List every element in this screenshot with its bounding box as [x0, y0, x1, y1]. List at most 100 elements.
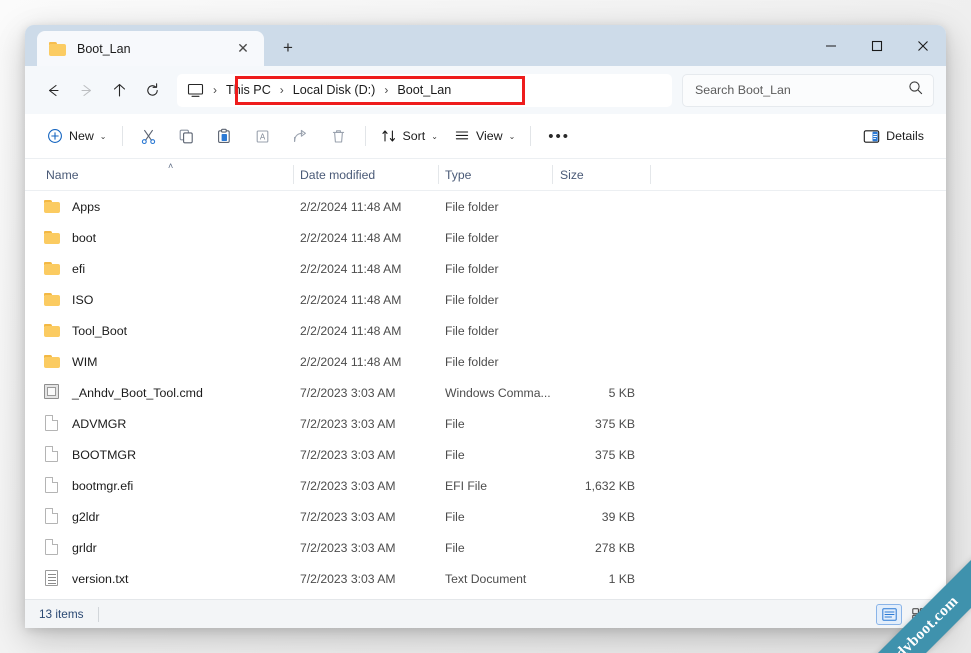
details-pane-button[interactable]: Details: [855, 121, 932, 151]
close-button[interactable]: [900, 25, 946, 66]
table-row[interactable]: Apps2/2/2024 11:48 AMFile folder: [25, 191, 946, 222]
minimize-button[interactable]: [808, 25, 854, 66]
view-button[interactable]: View ⌄: [446, 121, 523, 151]
column-divider-1[interactable]: [293, 165, 294, 184]
file-name-cell[interactable]: Apps: [43, 191, 100, 222]
file-name-cell[interactable]: ISO: [43, 284, 93, 315]
new-button[interactable]: New ⌄: [39, 121, 115, 151]
delete-button[interactable]: [320, 121, 358, 151]
this-pc-icon[interactable]: [187, 83, 204, 98]
file-name-cell[interactable]: ADVMGR: [43, 408, 126, 439]
view-label: View: [476, 129, 503, 143]
breadcrumb-item-local-disk-d[interactable]: Local Disk (D:): [293, 83, 376, 97]
tab-label: Boot_Lan: [77, 42, 232, 56]
date-modified-cell: 7/2/2023 3:03 AM: [300, 532, 396, 563]
tab-boot-lan[interactable]: Boot_Lan ✕: [37, 31, 264, 66]
table-row[interactable]: boot2/2/2024 11:48 AMFile folder: [25, 222, 946, 253]
file-explorer-window: Boot_Lan ✕ +: [25, 25, 946, 628]
folder-icon: [43, 291, 61, 309]
file-name-label: WIM: [72, 355, 97, 369]
new-tab-button[interactable]: +: [273, 33, 303, 63]
table-row[interactable]: efi2/2/2024 11:48 AMFile folder: [25, 253, 946, 284]
table-row[interactable]: _Anhdv_Boot_Tool.cmd7/2/2023 3:03 AMWind…: [25, 377, 946, 408]
table-row[interactable]: Tool_Boot2/2/2024 11:48 AMFile folder: [25, 315, 946, 346]
column-divider-3[interactable]: [552, 165, 553, 184]
breadcrumb-separator-2: ›: [384, 83, 388, 97]
sort-ascending-icon: ˄: [168, 161, 173, 171]
address-bar[interactable]: › This PC › Local Disk (D:) › Boot_Lan: [177, 74, 672, 107]
file-name-cell[interactable]: WIM: [43, 346, 97, 377]
date-modified-label: 2/2/2024 11:48 AM: [300, 293, 401, 307]
file-name-label: _Anhdv_Boot_Tool.cmd: [72, 386, 203, 400]
date-modified-label: 7/2/2023 3:03 AM: [300, 479, 396, 493]
table-row[interactable]: WIM2/2/2024 11:48 AMFile folder: [25, 346, 946, 377]
more-options-button[interactable]: •••: [538, 121, 580, 151]
table-row[interactable]: version.txt7/2/2023 3:03 AMText Document…: [25, 563, 946, 594]
details-view-icon[interactable]: [876, 604, 902, 625]
column-divider-2[interactable]: [438, 165, 439, 184]
date-modified-label: 2/2/2024 11:48 AM: [300, 200, 401, 214]
breadcrumb-item-this-pc[interactable]: This PC: [226, 83, 271, 97]
date-modified-cell: 7/2/2023 3:03 AM: [300, 408, 396, 439]
file-icon: [43, 446, 61, 464]
table-row[interactable]: ISO2/2/2024 11:48 AMFile folder: [25, 284, 946, 315]
search-input[interactable]: Search Boot_Lan: [695, 83, 908, 97]
search-box[interactable]: Search Boot_Lan: [682, 74, 934, 107]
table-row[interactable]: grldr7/2/2023 3:03 AMFile278 KB: [25, 532, 946, 563]
folder-icon: [43, 229, 61, 247]
size-label: 375 KB: [595, 417, 635, 431]
sort-button[interactable]: Sort ⌄: [373, 121, 446, 151]
type-cell: File: [445, 408, 465, 439]
type-cell: File folder: [445, 346, 499, 377]
back-button[interactable]: [37, 74, 70, 107]
file-list[interactable]: Apps 2/2/2024 11:48 AM File folder boot 2/2/…: [25, 191, 946, 599]
file-name-cell[interactable]: g2ldr: [43, 501, 100, 532]
forward-button[interactable]: [70, 74, 103, 107]
column-header-type[interactable]: Type: [445, 159, 471, 190]
size-cell: 5 KB: [495, 377, 635, 408]
size-cell: 1,632 KB: [495, 470, 635, 501]
file-name-cell[interactable]: boot: [43, 222, 96, 253]
refresh-button[interactable]: [136, 74, 169, 107]
close-tab-icon[interactable]: ✕: [232, 38, 254, 60]
size-label: 39 KB: [602, 510, 635, 524]
date-modified-cell: 2/2/2024 11:48 AM: [300, 222, 401, 253]
rename-button[interactable]: A: [244, 121, 282, 151]
file-name-label: ISO: [72, 293, 93, 307]
file-name-label: Apps: [72, 200, 100, 214]
command-bar: New ⌄: [25, 114, 946, 159]
search-icon[interactable]: [908, 80, 923, 100]
date-modified-cell: 2/2/2024 11:48 AM: [300, 315, 401, 346]
file-name-cell[interactable]: grldr: [43, 532, 97, 563]
table-row[interactable]: g2ldr7/2/2023 3:03 AMFile39 KB: [25, 501, 946, 532]
type-label: File: [445, 541, 465, 555]
table-row[interactable]: BOOTMGR7/2/2023 3:03 AMFile375 KB: [25, 439, 946, 470]
table-row[interactable]: ADVMGR 7/2/2023 3:03 AM File 375 KB: [25, 408, 946, 439]
paste-button[interactable]: [206, 121, 244, 151]
breadcrumb-item-boot-lan[interactable]: Boot_Lan: [397, 83, 451, 97]
file-name-cell[interactable]: bootmgr.efi: [43, 470, 133, 501]
file-name-cell[interactable]: efi: [43, 253, 85, 284]
large-icons-view-icon[interactable]: [906, 604, 932, 625]
file-name-cell[interactable]: Tool_Boot: [43, 315, 127, 346]
file-icon: [43, 477, 61, 495]
column-header-date-modified[interactable]: Date modified: [300, 159, 375, 190]
size-cell: [495, 346, 635, 377]
navigation-bar: › This PC › Local Disk (D:) › Boot_Lan S…: [25, 66, 946, 114]
command-script-icon: [43, 384, 61, 402]
up-button[interactable]: [103, 74, 136, 107]
file-name-label: version.txt: [72, 572, 128, 586]
maximize-button[interactable]: [854, 25, 900, 66]
file-name-cell[interactable]: _Anhdv_Boot_Tool.cmd: [43, 377, 203, 408]
table-row[interactable]: bootmgr.efi7/2/2023 3:03 AMEFI File1,632…: [25, 470, 946, 501]
share-button[interactable]: [282, 121, 320, 151]
file-name-cell[interactable]: BOOTMGR: [43, 439, 136, 470]
column-header-size[interactable]: Size: [560, 159, 584, 190]
size-label: 375 KB: [595, 448, 635, 462]
column-divider-4[interactable]: [650, 165, 651, 184]
file-name-cell[interactable]: version.txt: [43, 563, 128, 594]
cut-button[interactable]: [130, 121, 168, 151]
date-modified-cell: 7/2/2023 3:03 AM: [300, 501, 396, 532]
copy-button[interactable]: [168, 121, 206, 151]
column-header-name[interactable]: Name: [46, 159, 79, 190]
